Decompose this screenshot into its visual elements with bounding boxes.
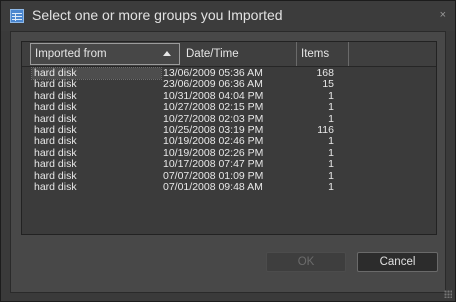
cell-imported-from: hard disk <box>34 101 77 114</box>
sort-ascending-icon <box>163 51 171 56</box>
column-header-items[interactable]: Items <box>297 42 349 66</box>
import-groups-dialog: Select one or more groups you Imported ×… <box>0 0 456 302</box>
cell-items: 1 <box>328 101 334 114</box>
cell-items: 116 <box>317 123 334 136</box>
app-window-icon <box>10 9 24 23</box>
list-row[interactable]: hard disk 10/17/2008 07:47 PM 1 <box>22 158 436 171</box>
cell-imported-from: hard disk <box>34 158 77 171</box>
close-icon[interactable]: × <box>440 9 446 21</box>
cell-date-time: 10/17/2008 07:47 PM <box>163 158 264 171</box>
dialog-title: Select one or more groups you Imported <box>32 7 283 23</box>
column-header-date-time[interactable]: Date/Time <box>182 42 297 66</box>
cell-items: 1 <box>328 89 334 102</box>
column-header-label: Imported from <box>35 48 107 60</box>
resize-grip-icon[interactable] <box>444 290 452 298</box>
column-header-blank[interactable] <box>349 42 436 66</box>
cancel-button[interactable]: Cancel <box>357 252 438 272</box>
cell-items: 1 <box>328 169 334 182</box>
cell-items: 15 <box>322 78 334 91</box>
column-header-imported-from[interactable]: Imported from <box>30 43 180 65</box>
ok-button[interactable]: OK <box>266 252 346 272</box>
list-header: Imported from Date/Time Items <box>22 42 436 67</box>
list-row[interactable]: hard disk 07/01/2008 09:48 AM 1 <box>22 180 436 193</box>
cell-items: 1 <box>328 158 334 171</box>
cell-date-time: 10/27/2008 02:15 PM <box>163 101 264 114</box>
cell-items: 1 <box>328 146 334 159</box>
cell-items: 1 <box>328 135 334 148</box>
cell-items: 1 <box>328 180 334 193</box>
list-row[interactable]: hard disk 10/27/2008 02:15 PM 1 <box>22 101 436 114</box>
list-rows: hard disk 13/06/2009 05:36 AM 168 hard disk… <box>22 66 436 193</box>
cell-date-time: 07/01/2008 09:48 AM <box>163 180 263 193</box>
cell-imported-from: hard disk <box>34 180 77 193</box>
title-bar[interactable]: Select one or more groups you Imported × <box>1 1 455 31</box>
import-groups-list[interactable]: Imported from Date/Time Items hard disk 1… <box>21 41 437 235</box>
